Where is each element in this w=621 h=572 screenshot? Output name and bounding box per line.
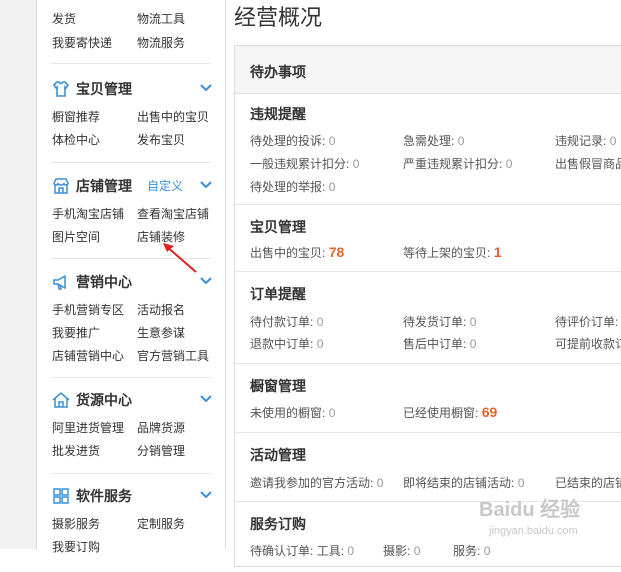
sidebar-divider [51,473,211,474]
grid-icon [53,488,69,504]
sidebar-section-baobei: 宝贝管理 橱窗推荐 出售中的宝贝 体检中心 发布宝贝 [52,78,212,147]
panel-title: 待办事项 [250,64,306,80]
stat-item[interactable]: 即将结束的店铺活动: 0 [403,474,524,491]
sidebar-link-store-marketing[interactable]: 店铺营销中心 [52,347,124,364]
sidebar-link-official-tools[interactable]: 官方营销工具 [137,347,209,364]
stat-item[interactable]: 待确认订单: 工具: 0 [250,542,354,559]
sidebar-link-subscribe[interactable]: 我要订购 [52,538,100,555]
stat-item[interactable]: 违规记录: 0 [555,132,616,149]
stat-item[interactable]: 出售假冒商品 [555,155,621,172]
stat-item[interactable]: 已结束的店铺 [555,474,621,491]
chevron-down-icon[interactable] [200,276,212,286]
sidebar-divider [51,162,211,163]
stat-item[interactable]: 出售中的宝贝: 78 [250,244,344,261]
sidebar-divider [51,63,211,64]
customize-link[interactable]: 自定义 [147,175,183,197]
stat-item[interactable]: 服务: 0 [453,542,490,559]
sidebar-section-header[interactable]: 店铺管理 自定义 [52,175,212,197]
sidebar-link-wuliu-service[interactable]: 物流服务 [137,34,185,51]
sidebar-section-header[interactable]: 货源中心 [52,389,212,411]
sidebar-logistics-section: 发货 物流工具 我要寄快递 物流服务 [52,10,212,50]
block-title: 橱窗管理 [250,378,306,394]
sidebar-section-title: 营销中心 [76,274,132,290]
stat-item[interactable]: 可提前收款订 [555,335,621,352]
stat-item[interactable]: 等待上架的宝贝: 1 [403,244,501,261]
sidebar-link-activity-signup[interactable]: 活动报名 [137,301,185,318]
sidebar-link-showcase[interactable]: 橱窗推荐 [52,108,100,125]
stat-item[interactable]: 急需处理: 0 [403,132,464,149]
sidebar-link-mobile-marketing[interactable]: 手机营销专区 [52,301,124,318]
watermark-sub: jingyan.baidu.com [488,525,578,537]
annotation-arrow [163,243,197,273]
sidebar-link-on-sale[interactable]: 出售中的宝贝 [137,108,209,125]
stat-item[interactable]: 邀请我参加的官方活动: 0 [250,474,383,491]
sidebar-link-mobile-store[interactable]: 手机淘宝店铺 [52,205,124,222]
stat-item[interactable]: 严重违规累计扣分: 0 [403,155,512,172]
sidebar-section-ruanjian: 软件服务 摄影服务 定制服务 我要订购 [52,485,212,554]
chevron-down-icon[interactable] [200,180,212,190]
block-title: 违规提醒 [250,106,306,122]
sidebar-section-header[interactable]: 宝贝管理 [52,78,212,100]
left-gutter [0,0,36,549]
sidebar-link-send-express[interactable]: 我要寄快递 [52,34,112,51]
chevron-down-icon[interactable] [200,83,212,93]
page-title: 经营概况 [234,5,323,30]
watermark-text: Baidu 经验 [479,497,580,521]
stat-item[interactable]: 已经使用橱窗: 69 [403,404,497,421]
sidebar-link-ali-purchase[interactable]: 阿里进货管理 [52,419,124,436]
sidebar-section-yingxiao: 营销中心 手机营销专区 活动报名 我要推广 生意参谋 店铺营销中心 官方营销工具 [52,271,212,364]
sidebar-section-header[interactable]: 软件服务 [52,485,212,507]
shirt-icon [52,81,70,97]
sidebar-divider [51,377,211,378]
order-block: 订单提醒 待付款订单: 0 待发货订单: 0 待评价订单: 退款中订单: 0 售… [235,272,621,364]
stat-item[interactable]: 一般违规累计扣分: 0 [250,155,359,172]
violation-block: 违规提醒 待处理的投诉: 0 急需处理: 0 违规记录: 0 一般违规累计扣分:… [235,94,621,205]
stat-item[interactable]: 待处理的举报: 0 [250,178,335,195]
baidu-watermark: Baidu 经验 jingyan.baidu.com [479,497,580,537]
sidebar-link-view-store[interactable]: 查看淘宝店铺 [137,205,209,222]
stat-item[interactable]: 售后中订单: 0 [403,335,476,352]
chevron-down-icon[interactable] [200,490,212,500]
sidebar-link-brand-source[interactable]: 品牌货源 [137,419,185,436]
megaphone-icon [53,274,66,290]
sidebar-link-business-advisor[interactable]: 生意参谋 [137,324,185,341]
sidebar-link-promote[interactable]: 我要推广 [52,324,100,341]
block-title: 宝贝管理 [250,219,306,235]
showcase-block: 橱窗管理 未使用的橱窗: 0 已经使用橱窗: 69 [235,364,621,433]
stat-item[interactable]: 待处理的投诉: 0 [250,132,335,149]
home-icon [52,392,70,408]
sidebar-link-wuliu-tools[interactable]: 物流工具 [137,10,185,27]
sidebar-link-fahuo[interactable]: 发货 [52,10,76,27]
sidebar-link-publish[interactable]: 发布宝贝 [137,131,185,148]
stat-item[interactable]: 待付款订单: 0 [250,313,323,330]
block-title: 订单提醒 [250,286,306,302]
sidebar-section-dianpu: 店铺管理 自定义 手机淘宝店铺 查看淘宝店铺 图片空间 店铺装修 [52,175,212,244]
sidebar-link-wholesale[interactable]: 批发进货 [52,442,100,459]
store-icon [53,178,69,194]
sidebar-section-huoyuan: 货源中心 阿里进货管理 品牌货源 批发进货 分销管理 [52,389,212,458]
sidebar-link-custom-service[interactable]: 定制服务 [137,515,185,532]
stat-item[interactable]: 待发货订单: 0 [403,313,476,330]
block-title: 服务订购 [250,516,306,532]
todo-panel: 待办事项 违规提醒 待处理的投诉: 0 急需处理: 0 违规记录: 0 一般违规… [234,45,621,567]
panel-header: 待办事项 [235,46,621,94]
block-title: 活动管理 [250,447,306,463]
item-management-block: 宝贝管理 出售中的宝贝: 78 等待上架的宝贝: 1 [235,205,621,272]
sidebar-link-image-space[interactable]: 图片空间 [52,228,100,245]
sidebar-section-title: 宝贝管理 [76,81,132,97]
sidebar-section-title: 货源中心 [76,392,132,408]
sidebar-link-photo-service[interactable]: 摄影服务 [52,515,100,532]
sidebar-section-title: 店铺管理 [76,178,132,194]
stat-item[interactable]: 摄影: 0 [383,542,420,559]
chevron-down-icon[interactable] [200,394,212,404]
stat-item[interactable]: 未使用的橱窗: 0 [250,404,335,421]
stat-item[interactable]: 退款中订单: 0 [250,335,323,352]
sidebar-section-title: 软件服务 [76,488,132,504]
sidebar-link-checkup[interactable]: 体检中心 [52,131,100,148]
sidebar-link-distribution[interactable]: 分销管理 [137,442,185,459]
stat-item[interactable]: 待评价订单: [555,313,618,330]
